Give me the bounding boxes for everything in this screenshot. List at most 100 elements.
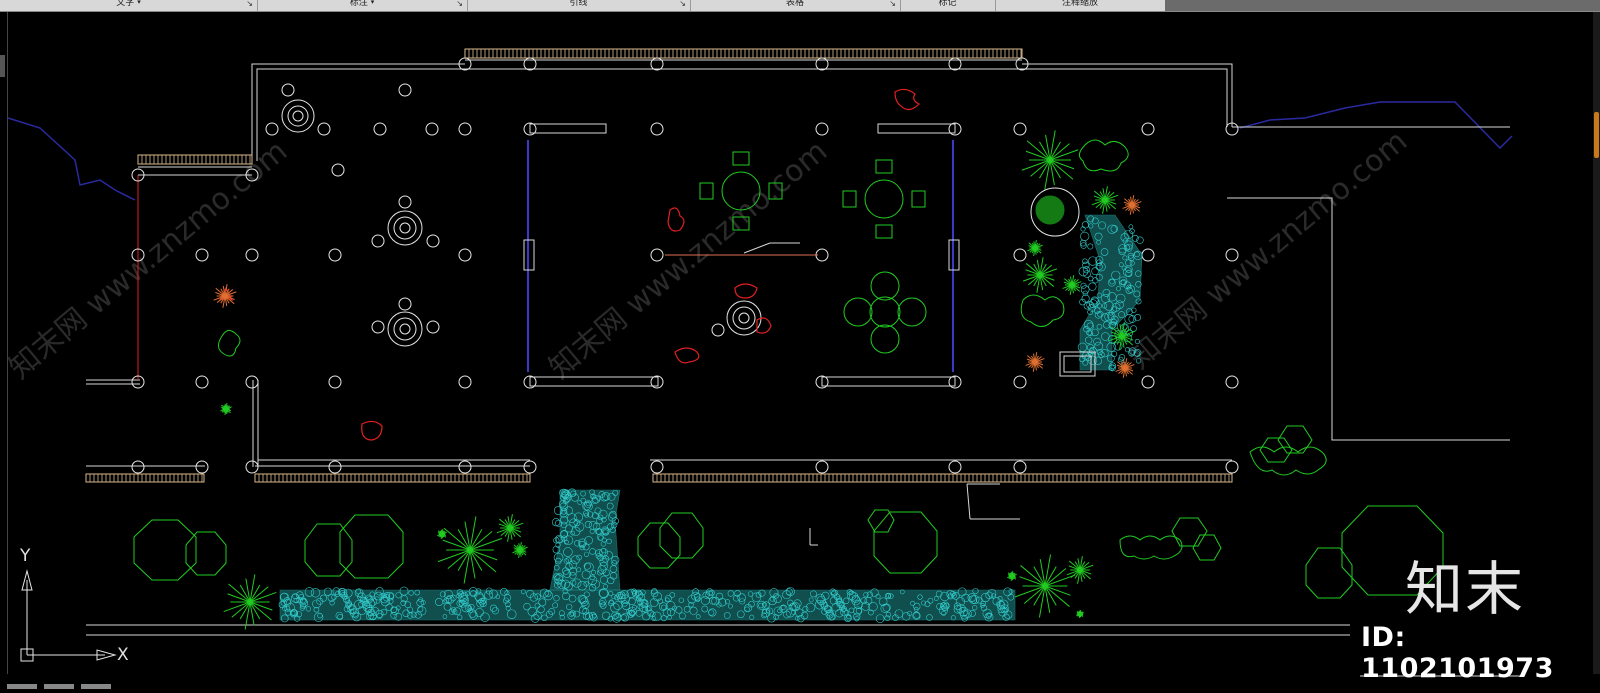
column — [328, 460, 342, 474]
column — [331, 163, 345, 177]
stone-paving — [279, 214, 1143, 621]
plant-frond — [1049, 149, 1079, 161]
star-plant — [1025, 352, 1045, 372]
plant-frond — [228, 583, 251, 603]
ucs-x-label: X — [117, 645, 129, 665]
column — [398, 83, 412, 97]
stool-sets — [281, 99, 762, 347]
star-plant — [1007, 570, 1017, 582]
column — [458, 460, 472, 474]
paving-stone — [1092, 277, 1099, 284]
dining-set-upper-right — [842, 159, 926, 239]
column — [815, 460, 829, 474]
column — [650, 248, 664, 262]
plant-frond — [443, 527, 471, 551]
star-plant — [496, 514, 524, 542]
column — [1141, 122, 1155, 136]
plant-frond — [1044, 585, 1071, 596]
layout-tabs[interactable] — [7, 674, 307, 689]
watermark-logo: 知末 — [1405, 555, 1526, 623]
column — [373, 122, 387, 136]
layout-tab[interactable] — [7, 684, 37, 689]
plant-frond — [442, 539, 471, 551]
plant-frond — [437, 549, 471, 563]
column — [195, 248, 209, 262]
paving-stone — [1087, 243, 1094, 250]
column — [195, 375, 209, 389]
paving-stone — [1080, 231, 1090, 241]
column — [398, 297, 412, 311]
column — [458, 375, 472, 389]
plant-frond — [227, 593, 251, 603]
star-plant — [1014, 554, 1076, 618]
star-plant — [437, 528, 447, 540]
column — [131, 460, 145, 474]
star-plant — [213, 284, 237, 308]
paving-stone — [1124, 314, 1134, 324]
column — [1013, 122, 1027, 136]
star-plant — [437, 516, 503, 584]
column — [1225, 375, 1239, 389]
plant-frond — [447, 549, 471, 569]
watermark-text: 知末网 www.znzmo.com — [3, 134, 294, 386]
column — [650, 122, 664, 136]
step-line — [743, 242, 800, 254]
column — [328, 375, 342, 389]
column — [317, 122, 331, 136]
column — [458, 122, 472, 136]
plant-frond — [469, 537, 503, 551]
paving-stone — [1081, 294, 1090, 303]
column — [711, 323, 725, 337]
column — [245, 460, 259, 474]
plant-frond — [249, 601, 273, 611]
star-plant — [1062, 275, 1082, 295]
paving-stone — [1087, 275, 1094, 282]
ucs-y-label: Y — [20, 546, 31, 566]
plant-frond — [1025, 150, 1051, 161]
plant-frond — [469, 549, 497, 573]
paving-stone — [1088, 282, 1097, 291]
plant-frond — [1044, 574, 1076, 587]
plant-frond — [223, 601, 251, 613]
star-plant — [512, 542, 528, 558]
column — [281, 83, 295, 97]
column — [1013, 460, 1027, 474]
paving-stone — [1081, 221, 1089, 229]
column — [523, 460, 537, 474]
star-plant — [1027, 240, 1043, 256]
paving-pattern — [278, 215, 1144, 623]
column — [328, 248, 342, 262]
cad-drawing-canvas[interactable]: 知末网 www.znzmo.com 知末网 www.znzmo.com 知末网 … — [0, 0, 1600, 679]
star-plant — [1022, 257, 1058, 293]
watermark-text: 知末网 www.znzmo.com — [1123, 124, 1414, 376]
paving-stone — [1128, 224, 1134, 230]
column — [650, 460, 664, 474]
layout-tab[interactable] — [44, 684, 75, 689]
column — [1141, 248, 1155, 262]
column — [1141, 375, 1155, 389]
paving-stone — [1129, 228, 1135, 234]
column — [425, 122, 439, 136]
column — [245, 375, 259, 389]
column — [1225, 460, 1239, 474]
column — [458, 248, 472, 262]
column — [371, 234, 385, 248]
star-plant — [220, 403, 232, 415]
ucs-icon — [20, 569, 117, 662]
column — [1013, 375, 1027, 389]
layout-tab[interactable] — [81, 684, 112, 689]
paving-stone — [1091, 267, 1100, 276]
plant-frond — [469, 531, 493, 551]
column — [426, 234, 440, 248]
column — [371, 320, 385, 334]
star-plant — [1066, 556, 1094, 584]
column — [195, 460, 209, 474]
plant-frond — [249, 601, 272, 621]
star-plant — [1091, 186, 1119, 214]
star-plant — [1021, 130, 1079, 190]
plant-frond — [469, 549, 498, 561]
column — [948, 460, 962, 474]
plant-frond — [1049, 159, 1075, 170]
column — [426, 320, 440, 334]
dining-set-round — [843, 271, 927, 354]
